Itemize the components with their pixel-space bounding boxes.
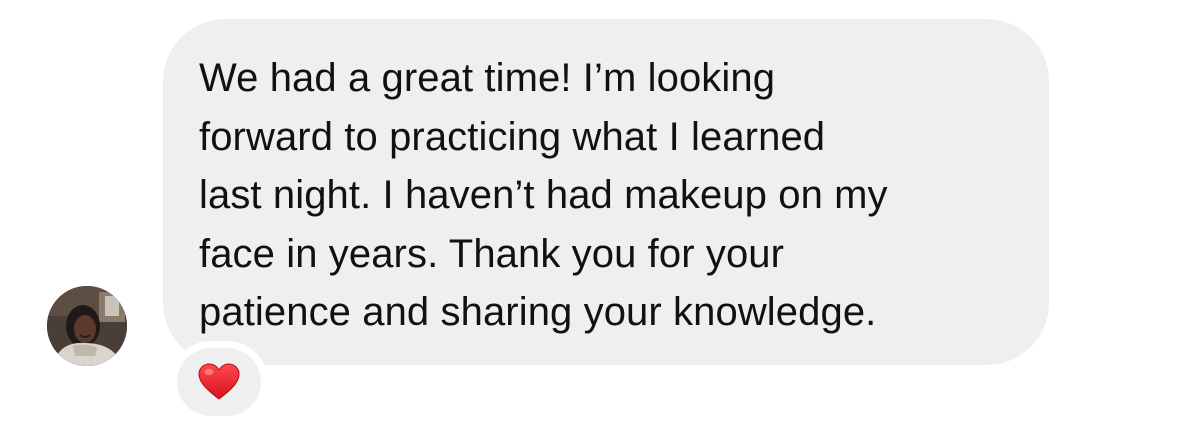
message-text: We had a great time! I’m looking forward…	[199, 56, 888, 334]
red-heart-icon	[198, 363, 240, 400]
chat-message-row: We had a great time! I’m looking forward…	[0, 0, 1200, 425]
sender-avatar[interactable]	[47, 286, 127, 366]
reaction-pill[interactable]	[177, 348, 261, 416]
reaction-badge[interactable]	[170, 341, 268, 423]
avatar-photo-icon	[47, 286, 127, 366]
message-bubble[interactable]: We had a great time! I’m looking forward…	[163, 19, 1049, 365]
